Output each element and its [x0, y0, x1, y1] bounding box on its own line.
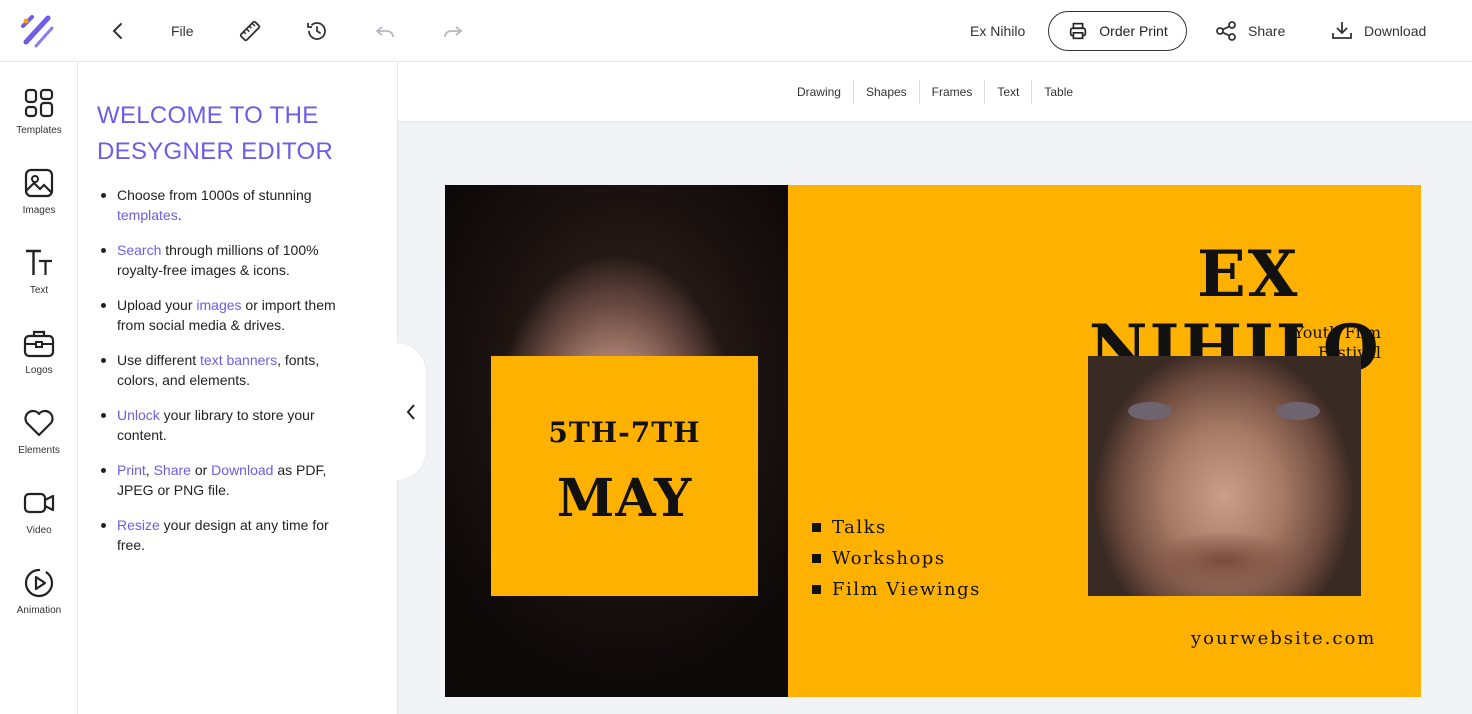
text-icon [26, 249, 52, 275]
tool-drawing[interactable]: Drawing [785, 79, 854, 104]
chevron-left-icon [112, 23, 122, 39]
back-button[interactable] [106, 0, 130, 62]
sidebar-item-video[interactable]: Video [0, 487, 78, 557]
download-label: Download [1364, 23, 1427, 39]
date-box[interactable]: 5TH-7TH MAY [491, 356, 758, 596]
download-icon [1332, 22, 1352, 39]
templates-icon [24, 88, 54, 118]
sidebar-item-label: Images [22, 205, 56, 216]
video-icon [23, 492, 55, 514]
eye-shape [1128, 402, 1172, 420]
list-item: Talks [812, 512, 981, 543]
tip-text: , [145, 462, 154, 478]
unlock-link[interactable]: Unlock [117, 407, 160, 423]
order-print-button[interactable]: Order Print [1048, 11, 1187, 51]
redo-button[interactable] [441, 0, 465, 62]
resize-link[interactable]: Resize [117, 517, 160, 533]
templates-link[interactable]: templates [117, 207, 178, 223]
undo-button[interactable] [373, 0, 397, 62]
sidebar-item-text[interactable]: Text [0, 247, 78, 317]
sidebar-item-label: Logos [25, 365, 53, 376]
share-icon [1216, 21, 1236, 41]
tip-text: or [190, 462, 212, 478]
insert-toolbar: Drawing Shapes Frames Text Table [398, 62, 1472, 122]
list-item: Upload your images or import them from s… [98, 295, 358, 335]
welcome-panel: WELCOME TO THE DESYGNER EDITOR Choose fr… [78, 62, 398, 714]
image-icon [24, 168, 54, 198]
tip-text: Choose from 1000s of stunning [117, 187, 312, 203]
collapse-panel-button[interactable] [396, 343, 426, 480]
list-item: Workshops [812, 543, 981, 574]
list-item: Film Viewings [812, 574, 981, 605]
list-item: Choose from 1000s of stunning templates. [98, 185, 358, 225]
print-link[interactable]: Print [117, 462, 146, 478]
ruler-button[interactable] [238, 0, 262, 62]
sidebar-item-label: Animation [16, 605, 62, 616]
sidebar-item-images[interactable]: Images [0, 167, 78, 237]
sidebar-item-label: Templates [16, 125, 62, 136]
sidebar-item-elements[interactable]: Elements [0, 407, 78, 477]
top-bar: File Ex Nihilo Order Print Share Downloa… [0, 0, 1472, 62]
design-canvas[interactable]: 5TH-7TH MAY EX NIHILO Youth Film Festiva… [445, 185, 1421, 697]
sidebar-item-label: Video [26, 525, 52, 536]
heart-icon [24, 409, 54, 437]
printer-icon [1070, 22, 1087, 40]
tip-text: Use different [117, 352, 201, 368]
tool-text[interactable]: Text [985, 79, 1033, 104]
desygner-logo-icon[interactable] [20, 12, 54, 48]
tool-table[interactable]: Table [1032, 80, 1085, 104]
share-label: Share [1248, 23, 1286, 39]
list-item: Print, Share or Download as PDF, JPEG or… [98, 460, 358, 500]
file-menu[interactable]: File [171, 0, 194, 62]
list-item: Search through millions of 100% royalty-… [98, 240, 358, 280]
play-circle-icon [24, 568, 54, 598]
tool-frames[interactable]: Frames [920, 79, 986, 104]
redo-icon [444, 26, 463, 38]
text-banners-link[interactable]: text banners [200, 352, 277, 368]
panel-title: WELCOME TO THE DESYGNER EDITOR [97, 102, 334, 165]
month-text[interactable]: MAY [491, 468, 758, 529]
list-item: Resize your design at any time for free. [98, 515, 358, 555]
website-text[interactable]: yourwebsite.com [1191, 628, 1376, 649]
undo-icon [375, 26, 394, 38]
search-link[interactable]: Search [117, 242, 161, 258]
tips-list: Choose from 1000s of stunning templates.… [98, 185, 358, 570]
download-button[interactable]: Download [1330, 0, 1426, 62]
title-line1[interactable]: EX [1197, 237, 1299, 312]
chevron-left-icon [406, 403, 415, 420]
history-button[interactable] [305, 0, 329, 62]
eye-shape [1276, 402, 1320, 420]
images-link[interactable]: images [196, 297, 241, 313]
date-range-text[interactable]: 5TH-7TH [491, 416, 758, 449]
sidebar-item-animation[interactable]: Animation [0, 567, 78, 637]
sidebar-item-templates[interactable]: Templates [0, 87, 78, 157]
share-button[interactable]: Share [1214, 0, 1285, 62]
sidebar-item-label: Elements [18, 445, 60, 456]
history-icon [307, 22, 326, 40]
tip-text: Upload your [117, 297, 197, 313]
share-link[interactable]: Share [154, 462, 191, 478]
list-item: Use different text banners, fonts, color… [98, 350, 358, 390]
right-portrait-image[interactable] [1088, 356, 1361, 596]
tool-shapes[interactable]: Shapes [854, 79, 920, 104]
features-list[interactable]: Talks Workshops Film Viewings [812, 512, 981, 605]
tip-text: . [177, 207, 182, 223]
download-link[interactable]: Download [211, 462, 273, 478]
briefcase-icon [23, 330, 55, 358]
document-name[interactable]: Ex Nihilo [970, 0, 1025, 62]
list-item: Unlock your library to store your conten… [98, 405, 358, 445]
ruler-icon [239, 20, 261, 42]
sidebar-rail: Templates Images Text Logos Elements Vid… [0, 62, 78, 714]
sidebar-item-logos[interactable]: Logos [0, 327, 78, 397]
order-print-label: Order Print [1099, 23, 1168, 39]
sidebar-item-label: Text [29, 285, 49, 296]
